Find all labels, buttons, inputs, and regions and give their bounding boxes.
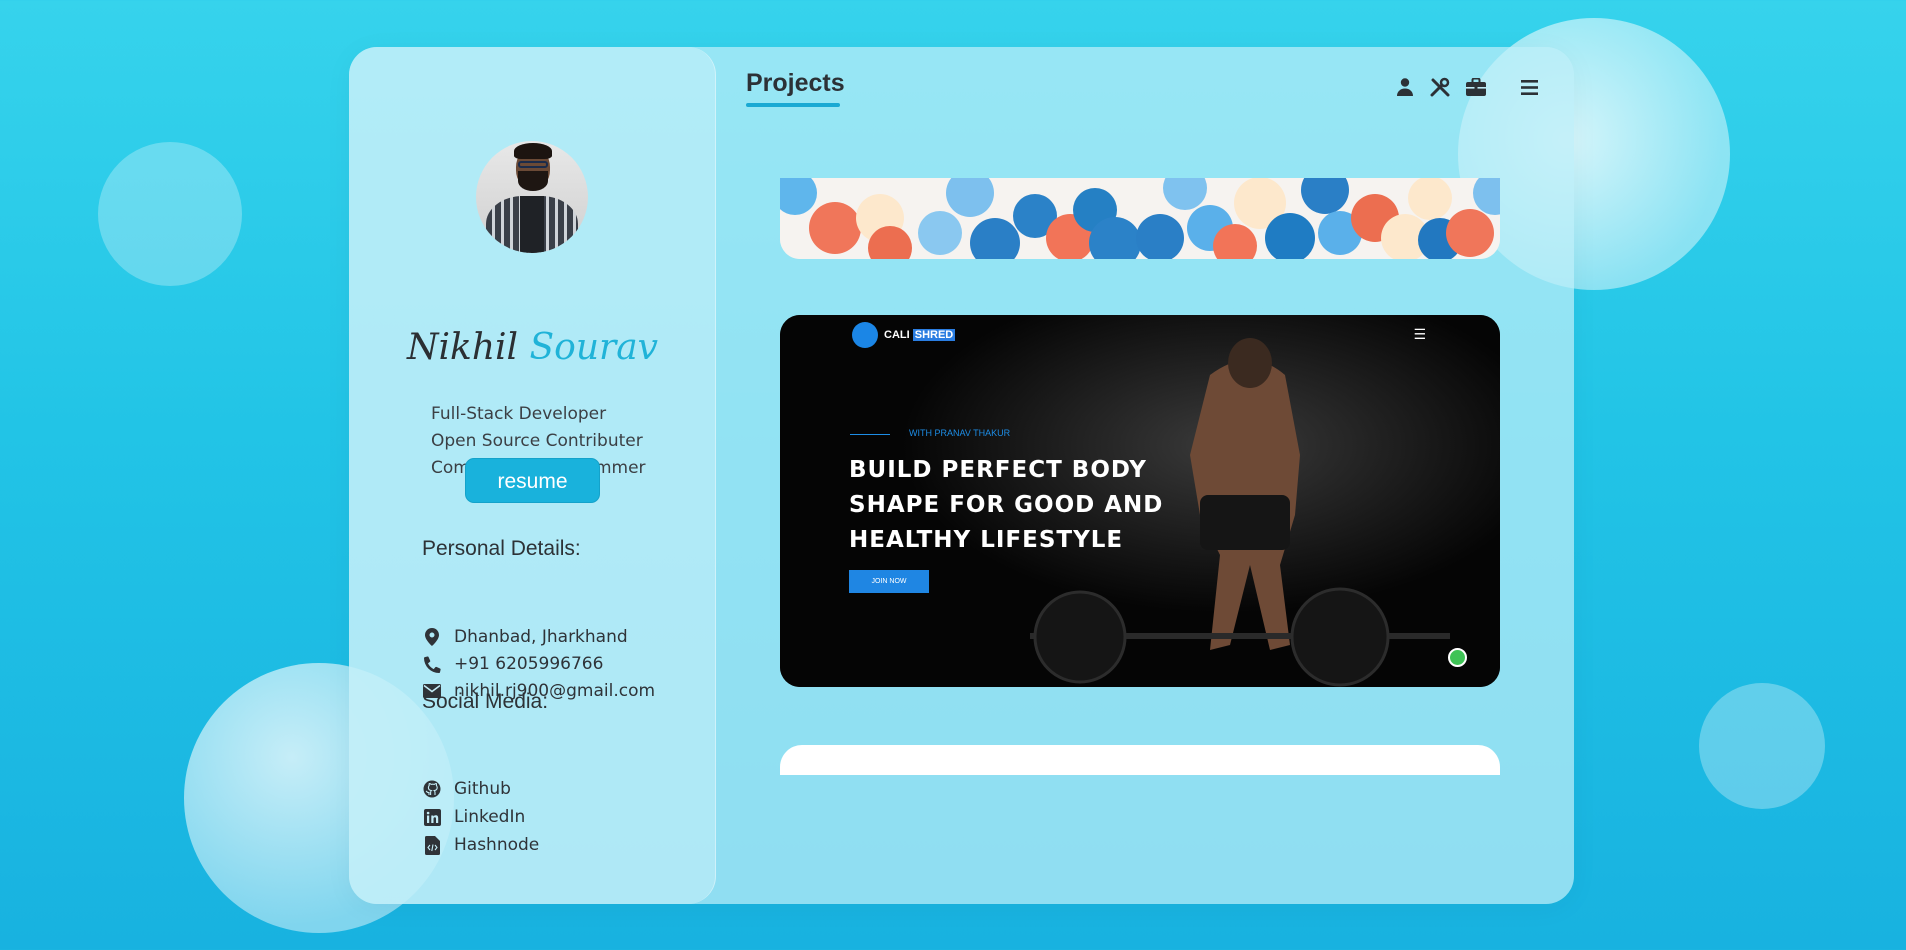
social-link-label: LinkedIn: [454, 807, 526, 827]
avatar: [476, 141, 588, 253]
last-name: Sourav: [529, 327, 659, 368]
page-title: Projects: [746, 69, 845, 97]
hero-tag: WITH PRANAV THAKUR: [909, 428, 1011, 438]
logo-text: CALI SHRED: [884, 329, 956, 341]
profile-sidebar: Nikhil Sourav Full-Stack Developer Open …: [349, 47, 716, 904]
location-text: Dhanbad, Jharkhand: [454, 627, 628, 647]
project-card-1[interactable]: [780, 178, 1500, 259]
linkedin-icon: [422, 807, 442, 827]
location-row: Dhanbad, Jharkhand: [422, 627, 628, 647]
phone-text: +91 6205996766: [454, 654, 604, 674]
title-underline: [746, 103, 840, 107]
profile-name: Nikhil Sourav: [349, 327, 716, 368]
logo-icon: [852, 322, 878, 348]
personal-details-title: Personal Details:: [422, 537, 581, 560]
resume-button[interactable]: resume: [465, 458, 600, 503]
social-link-github[interactable]: Github: [422, 779, 511, 799]
social-link-hashnode[interactable]: Hashnode: [422, 835, 539, 855]
hamburger-icon: ☰: [1413, 327, 1426, 343]
role-item: Full-Stack Developer: [431, 404, 607, 424]
whatsapp-icon: [1448, 648, 1467, 667]
social-link-linkedin[interactable]: LinkedIn: [422, 807, 525, 827]
calishred-logo: CALI SHRED: [852, 322, 956, 348]
join-now-button: JOIN NOW: [849, 570, 929, 593]
decorative-bubble: [1699, 683, 1825, 809]
project-card-calishred[interactable]: CALI SHRED ☰ WITH PRANAV THAKUR BUILD PE…: [780, 315, 1500, 687]
github-icon: [422, 779, 442, 799]
phone-icon: [422, 654, 442, 674]
hero-headline: BUILD PERFECT BODY SHAPE FOR GOOD AND HE…: [849, 457, 1164, 553]
social-media-title: Social Media:: [422, 690, 549, 713]
role-item: Open Source Contributer: [431, 431, 643, 451]
social-link-label: Github: [454, 779, 511, 799]
first-name: Nikhil: [406, 327, 519, 368]
file-code-icon: [422, 835, 442, 855]
briefcase-icon[interactable]: [1464, 75, 1488, 99]
tools-icon[interactable]: [1428, 75, 1452, 99]
main-card: Nikhil Sourav Full-Stack Developer Open …: [349, 47, 1574, 904]
location-pin-icon: [422, 627, 442, 647]
phone-row: +91 6205996766: [422, 654, 603, 674]
tag-line: [850, 434, 890, 435]
menu-icon[interactable]: [1517, 75, 1541, 99]
decorative-bubble: [98, 142, 242, 286]
user-icon[interactable]: [1393, 75, 1417, 99]
project-card-3[interactable]: [780, 745, 1500, 775]
project-thumbnail-pattern: [780, 178, 1500, 259]
social-link-label: Hashnode: [454, 835, 540, 855]
